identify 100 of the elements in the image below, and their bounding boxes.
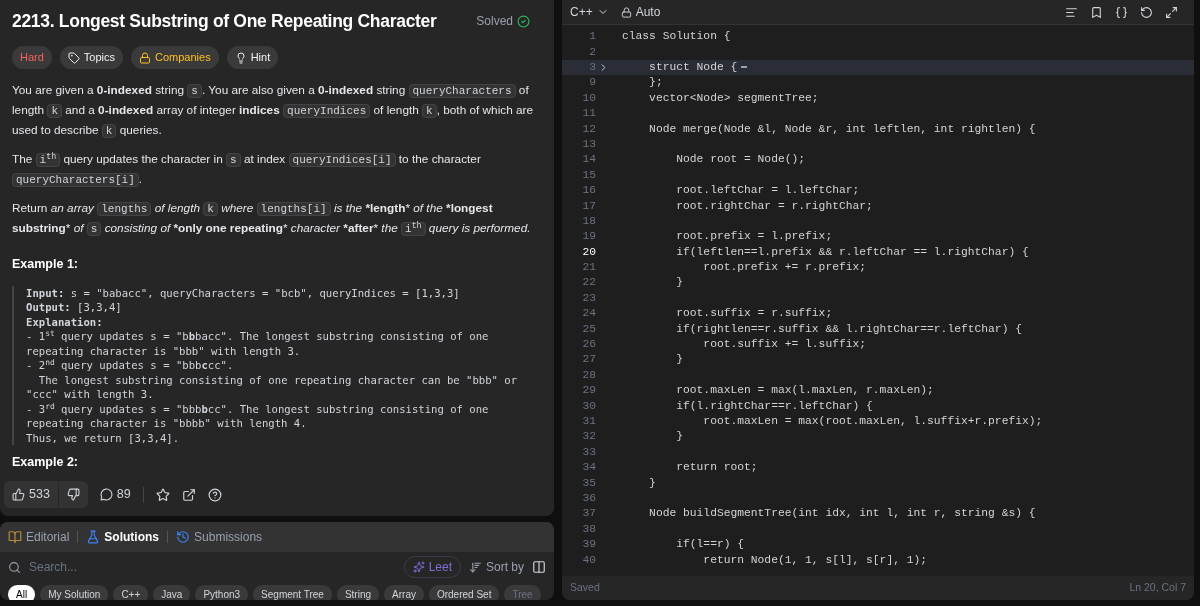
line-number: 16: [581, 183, 596, 199]
filter-chip[interactable]: Array: [384, 585, 424, 600]
search-field[interactable]: Search...: [29, 558, 396, 576]
panel-tab[interactable]: Solutions: [86, 528, 160, 546]
description-paragraph: The i$^{th}$ query updates the character in s at index queryIndices[i] to the character queryCharacters[i] .: [12, 150, 482, 189]
thumbs-down-icon: [66, 488, 80, 502]
filter-chip[interactable]: Java: [153, 585, 191, 600]
code-line: if(l==r) {: [675, 537, 745, 553]
lock-icon: [139, 51, 152, 64]
filter-chip[interactable]: C++: [113, 585, 149, 600]
line-number: 21: [581, 260, 596, 276]
panel-tab[interactable]: Submissions: [176, 528, 263, 546]
filter-chip[interactable]: String: [336, 585, 380, 600]
layout-icon[interactable]: [532, 560, 546, 574]
code-line: root.maxLen = max(root.maxLen, l.suffix+r.prefix);: [702, 414, 1043, 429]
fold-ellipsis-icon[interactable]: [741, 66, 748, 69]
sparkle-icon: [412, 561, 425, 573]
line-number: 1: [588, 29, 596, 45]
search-icon: [8, 560, 21, 574]
line-number: 40: [581, 552, 596, 568]
help-icon[interactable]: [207, 487, 222, 502]
filter-chip[interactable]: Python3: [195, 585, 249, 600]
filter-chip[interactable]: Ordered Set: [428, 585, 500, 600]
code-line: Node root = Node();: [675, 152, 806, 168]
line-number: 23: [581, 290, 596, 306]
line-number: 17: [581, 198, 596, 214]
line-number: 13: [581, 136, 596, 152]
example-heading: Example 2:: [12, 454, 79, 471]
line-number: 27: [581, 352, 596, 368]
line-number: 29: [581, 383, 596, 399]
difficulty-tag[interactable]: Hard: [12, 46, 52, 69]
line-number: 10: [581, 90, 596, 106]
code-line: Node merge(Node &l, Node &r, int leftlen, int rightlen) {: [648, 121, 1036, 137]
line-number: 38: [581, 521, 596, 537]
history-icon: [176, 530, 191, 544]
hint-tag[interactable]: Hint: [226, 46, 279, 69]
code-line: return Node(1, 1, s[l], s[r], 1);: [702, 552, 928, 568]
code-line: if(rightlen==r.suffix && l.rightChar==r.leftChar) {: [675, 321, 1022, 337]
line-number: 25: [581, 321, 596, 337]
panel-tab[interactable]: Editorial: [8, 528, 70, 546]
line-number: 3: [588, 60, 596, 75]
line-number: 30: [581, 398, 596, 414]
topics-tag[interactable]: Topics: [59, 46, 124, 69]
line-number: 15: [581, 167, 596, 183]
line-number: 2: [588, 44, 596, 60]
share-icon[interactable]: [181, 487, 196, 502]
line-number: 19: [581, 229, 596, 245]
flask-icon: [86, 530, 101, 544]
code-line: }: [675, 352, 683, 368]
chat-icon: [99, 488, 113, 502]
line-number: 26: [581, 337, 596, 353]
filter-chip[interactable]: All: [8, 585, 36, 600]
comments-button[interactable]: 89: [99, 485, 131, 504]
code-line: root.leftChar = l.leftChar;: [675, 183, 860, 199]
line-number: 11: [581, 106, 596, 122]
code-line: struct Node {: [648, 60, 738, 75]
code-line: Node buildSegmentTree(int idx, int l, int r, string &s) {: [648, 506, 1036, 522]
filter-chip[interactable]: My Solution: [40, 585, 109, 600]
bookmark-icon[interactable]: [1090, 5, 1103, 19]
mode-label: Auto: [635, 4, 661, 21]
expand-icon[interactable]: [1165, 5, 1178, 19]
line-number: 14: [581, 152, 596, 168]
code-line: }: [675, 275, 683, 291]
code-line: }: [675, 429, 683, 445]
line-number: 39: [581, 537, 596, 553]
line-number: 37: [581, 506, 596, 522]
code-line: root.rightChar = r.rightChar;: [675, 198, 873, 214]
lock-icon: [620, 6, 632, 18]
line-number: 22: [581, 275, 596, 291]
companies-tag[interactable]: Companies: [131, 46, 219, 69]
example-block: Input: s = "babacc", queryCharacters = "bcb", queryIndices = [1,3,3] Output: [3,3,4] Explanation: - 1$^{st}$ query updates s = "bbbacc". The longest substring consisting of one repeating character is "bbb" with length 3. - 2$^{nd}$ query updates s = "bbbccc". The longest substring consisting of one repeating character can be "bbb" or "ccc" with length 3. - 3$^{rd}$ query updates s = "bbbbcc". The longest substring consisting of one repeating character is "bbbb" with length 4. Thus, we return [3,3,4].: [12, 285, 542, 445]
line-number: 35: [581, 475, 596, 491]
line-number: 34: [581, 460, 596, 476]
format-icon[interactable]: [1065, 5, 1078, 19]
problem-title: 2213. Longest Substring of One Repeating Character: [12, 10, 437, 33]
line-number: 9: [588, 75, 596, 91]
code-line: vector<Node> segmentTree;: [648, 90, 819, 106]
cursor-position: Ln 20, Col 7: [1129, 580, 1186, 596]
line-number: 36: [581, 490, 596, 506]
line-number: 28: [581, 367, 596, 383]
sort-icon: [469, 560, 482, 574]
line-number: 12: [581, 121, 596, 137]
example-heading: Example 1:: [12, 255, 79, 273]
book-icon: [8, 530, 22, 544]
code-line: root.suffix = r.suffix;: [675, 306, 833, 322]
line-number: 18: [581, 213, 596, 229]
solved-label: Solved: [476, 13, 513, 31]
code-line: root.suffix += l.suffix;: [702, 337, 867, 353]
filter-chip[interactable]: Segment Tree: [253, 585, 332, 600]
braces-icon[interactable]: [1115, 5, 1128, 19]
sort-button[interactable]: Sort by: [469, 558, 524, 576]
description-paragraph: Return an array lengths of length k where lengths[i] is the *length* of the *longest substring* of s consisting of *only one repeating* character *after* the i$^{th}$ query is performed.: [12, 199, 532, 238]
description-paragraph: You are given a 0-indexed string s . You are also given a 0-indexed string queryCharacters of length k and a 0-indexed array of integer indices queryIndices of length k , both of which are used to describe k queries.: [12, 81, 535, 140]
line-number: 24: [581, 306, 596, 322]
save-status: Saved: [570, 580, 600, 596]
star-icon[interactable]: [155, 487, 170, 502]
reset-icon[interactable]: [1140, 5, 1153, 19]
thumbs-up-icon: [12, 488, 25, 502]
code-line: class Solution {: [621, 29, 731, 45]
language-select[interactable]: C++: [570, 3, 609, 21]
